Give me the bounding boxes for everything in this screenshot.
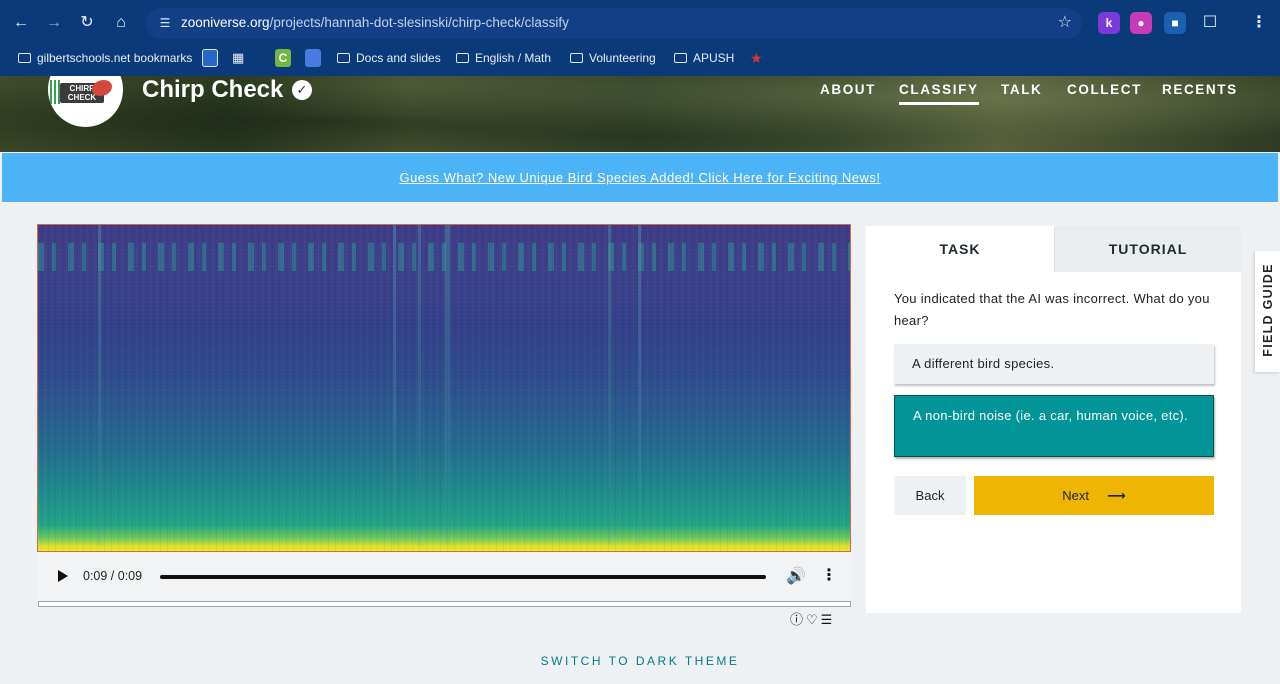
folder-icon — [456, 53, 469, 63]
spectrogram-texture — [38, 225, 850, 551]
extensions-puzzle-icon[interactable]: ☐ — [1199, 12, 1221, 34]
bookmark-folder-apush[interactable]: APUSH — [674, 49, 734, 67]
task-panel: TASK TUTORIAL You indicated that the AI … — [866, 226, 1241, 613]
extension-puzzle-color-icon[interactable]: ■ — [1164, 12, 1186, 34]
task-question: You indicated that the AI was incorrect.… — [894, 291, 1210, 328]
bookmark-star-icon[interactable]: ☆ — [1058, 12, 1072, 34]
back-arrow-icon[interactable]: ← — [10, 12, 32, 34]
announcement-banner: Guess What? New Unique Bird Species Adde… — [2, 153, 1278, 202]
player-frame — [38, 602, 851, 607]
bookmarks-bar: gilbertschools.net bookmarks ▦ C Docs an… — [0, 46, 1280, 70]
spectrogram-image — [37, 224, 851, 552]
next-button-label: Next — [1062, 488, 1090, 503]
home-icon[interactable]: ⌂ — [110, 12, 132, 34]
bookmark-app-icon[interactable] — [202, 49, 218, 67]
collections-list-icon[interactable]: ☰ — [821, 612, 836, 627]
play-icon[interactable] — [58, 570, 68, 582]
folder-icon — [337, 53, 350, 63]
answer-non-bird-noise[interactable]: A non-bird noise (ie. a car, human voice… — [894, 395, 1214, 457]
logo-bird-icon — [92, 80, 112, 96]
favorite-heart-icon[interactable]: ♡ — [806, 612, 821, 627]
volume-icon[interactable]: 🔊 — [786, 566, 806, 586]
audio-progress-track[interactable] — [160, 575, 766, 579]
nav-recents[interactable]: RECENTS — [1162, 82, 1238, 97]
bookmark-c-icon[interactable]: C — [275, 49, 291, 67]
bookmark-folder-english-math[interactable]: English / Math — [456, 49, 551, 67]
folder-icon — [18, 53, 31, 63]
project-title[interactable]: Chirp Check — [142, 76, 283, 104]
site-settings-icon[interactable]: ☰ — [154, 12, 176, 34]
audio-time: 0:09 / 0:09 — [83, 569, 143, 583]
nav-talk[interactable]: TALK — [1001, 82, 1042, 97]
info-icon[interactable]: ⓘ — [790, 612, 806, 627]
bookmark-grid-icon[interactable]: ▦ — [232, 49, 244, 67]
player-menu-icon[interactable]: ⋮ — [821, 565, 837, 585]
field-guide-label: FIELD GUIDE — [1261, 263, 1275, 357]
nav-classify[interactable]: CLASSIFY — [899, 82, 979, 105]
browser-menu-icon[interactable]: ⋮ — [1248, 12, 1270, 34]
arrow-right-icon: ⟶ — [1107, 488, 1126, 503]
folder-icon — [570, 53, 583, 63]
url-text: zooniverse.org/projects/hannah-dot-slesi… — [181, 15, 569, 30]
audio-player: 0:09 / 0:09 🔊 ⋮ — [38, 552, 851, 602]
field-guide-tab[interactable]: FIELD GUIDE — [1255, 251, 1280, 372]
bookmark-folder-gilbertschools[interactable]: gilbertschools.net bookmarks — [18, 49, 192, 67]
address-bar[interactable]: ☰ zooniverse.org/projects/hannah-dot-sle… — [146, 8, 1082, 39]
tab-task[interactable]: TASK — [866, 226, 1054, 272]
bookmark-star-logo-icon[interactable]: ★ — [750, 49, 763, 67]
folder-icon — [674, 53, 687, 63]
nav-about[interactable]: ABOUT — [820, 82, 876, 97]
project-header: CHIRP CHECK Chirp Check ✓ ABOUT CLASSIFY… — [0, 76, 1280, 152]
nav-collect[interactable]: COLLECT — [1067, 82, 1142, 97]
answer-different-bird[interactable]: A different bird species. — [894, 344, 1214, 384]
browser-toolbar: ← → ↻ ⌂ ☰ zooniverse.org/projects/hannah… — [0, 0, 1280, 46]
reload-icon[interactable]: ↻ — [76, 12, 98, 34]
back-button[interactable]: Back — [894, 476, 966, 515]
forward-arrow-icon[interactable]: → — [43, 12, 65, 34]
dark-theme-toggle[interactable]: SWITCH TO DARK THEME — [0, 654, 1280, 668]
bookmark-striped-icon[interactable] — [305, 49, 321, 67]
logo-sound-bars — [50, 80, 60, 104]
next-button[interactable]: Next ⟶ — [974, 476, 1214, 515]
project-logo[interactable]: CHIRP CHECK — [48, 76, 123, 127]
subject-meta-icons: ⓘ♡☰ — [790, 609, 835, 628]
extension-camera-icon[interactable]: ● — [1130, 12, 1152, 34]
bookmark-folder-docs[interactable]: Docs and slides — [337, 49, 441, 67]
verified-check-icon: ✓ — [292, 80, 312, 100]
bookmark-folder-volunteering[interactable]: Volunteering — [570, 49, 656, 67]
tab-tutorial[interactable]: TUTORIAL — [1054, 226, 1241, 272]
extension-k-icon[interactable]: k — [1098, 12, 1120, 34]
announcement-link[interactable]: Guess What? New Unique Bird Species Adde… — [399, 170, 880, 185]
